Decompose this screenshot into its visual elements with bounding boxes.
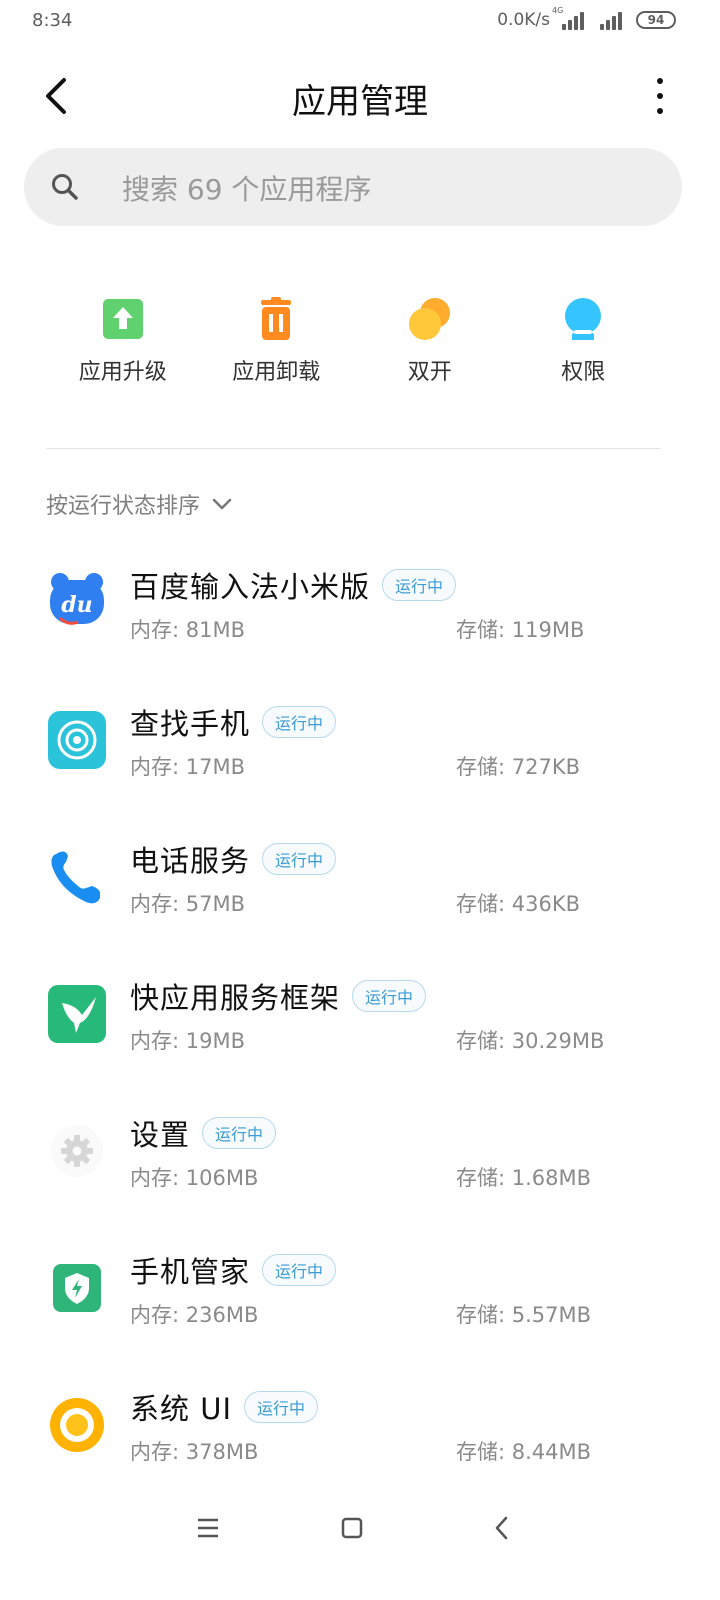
status-badge: 运行中 — [262, 706, 337, 738]
app-memory: 内存: 17MB — [130, 755, 245, 779]
quick-action-upgrade[interactable]: 应用升级 — [46, 296, 200, 396]
app-name: 手机管家 — [130, 1255, 251, 1289]
app-name-line: 电话服务 运行中 — [130, 838, 337, 880]
app-row[interactable]: 手机管家 运行中 内存: 236MB 存储: 5.57MB — [0, 1235, 720, 1355]
app-row[interactable]: 电话服务 运行中 内存: 57MB 存储: 436KB — [0, 824, 720, 944]
app-storage: 存储: 727KB — [456, 755, 581, 779]
app-memory: 内存: 81MB — [130, 618, 245, 642]
app-storage: 存储: 1.68MB — [456, 1166, 592, 1190]
navigation-bar — [0, 1500, 720, 1560]
signal-icon — [598, 10, 626, 30]
app-storage: 存储: 8.44MB — [456, 1440, 592, 1464]
app-row[interactable]: 快应用服务框架 运行中 内存: 19MB 存储: 30.29MB — [0, 961, 720, 1081]
app-name: 百度输入法小米版 — [130, 570, 371, 604]
app-name-line: 百度输入法小米版 运行中 — [130, 564, 457, 606]
quick-action-uninstall[interactable]: 应用卸载 — [200, 296, 354, 396]
app-row[interactable]: 设置 运行中 内存: 106MB 存储: 1.68MB — [0, 1098, 720, 1218]
quick-action-label: 应用升级 — [78, 360, 167, 385]
phone-service-icon — [51, 851, 100, 904]
app-storage: 存储: 436KB — [456, 892, 581, 916]
app-storage: 存储: 30.29MB — [456, 1029, 605, 1053]
svg-text:du: du — [61, 592, 92, 618]
page-title: 应用管理 — [292, 82, 428, 122]
quick-app-icon — [48, 985, 106, 1043]
app-name-line: 快应用服务框架 运行中 — [130, 975, 427, 1017]
settings-icon — [51, 1125, 103, 1177]
system-ui-icon — [50, 1398, 104, 1452]
network-type-label: 4G — [552, 6, 564, 15]
app-storage: 存储: 5.57MB — [456, 1303, 592, 1327]
app-memory: 内存: 57MB — [130, 892, 245, 916]
app-name: 设置 — [130, 1118, 191, 1152]
more-options-icon[interactable] — [652, 78, 668, 114]
app-memory: 内存: 236MB — [130, 1303, 259, 1327]
status-badge: 运行中 — [382, 569, 457, 601]
quick-action-permission[interactable]: 权限 — [507, 296, 661, 396]
app-name-line: 设置 运行中 — [130, 1112, 277, 1154]
app-name: 系统 UI — [130, 1392, 232, 1426]
trash-icon — [261, 297, 292, 340]
upgrade-icon — [102, 299, 143, 339]
network-speed: 0.0K/s — [497, 10, 550, 30]
app-management-screen: 8:34 0.0K/s 4G 94 应用管理 搜索 69 个应用程序 应用升级 … — [0, 0, 720, 1600]
search-bar[interactable]: 搜索 69 个应用程序 — [24, 148, 682, 226]
permission-icon — [565, 298, 602, 340]
app-name-line: 系统 UI 运行中 — [130, 1386, 319, 1428]
app-name: 电话服务 — [130, 844, 251, 878]
battery-level: 94 — [647, 13, 665, 27]
baidu-input-icon: du — [50, 573, 104, 625]
find-phone-icon — [48, 711, 106, 769]
back-icon[interactable] — [482, 1508, 522, 1548]
quick-action-label: 双开 — [407, 360, 452, 385]
header: 应用管理 — [0, 56, 720, 136]
app-name: 查找手机 — [130, 707, 251, 741]
home-icon[interactable] — [332, 1508, 372, 1548]
quick-action-label: 权限 — [561, 360, 606, 385]
quick-actions: 应用升级 应用卸载 双开 权限 — [46, 296, 660, 396]
app-memory: 内存: 106MB — [130, 1166, 259, 1190]
status-badge: 运行中 — [352, 980, 427, 1012]
battery-icon: 94 — [636, 11, 676, 29]
menu-icon[interactable] — [188, 1508, 228, 1548]
app-name-line: 查找手机 运行中 — [130, 701, 337, 743]
signal-4g-icon: 4G — [552, 6, 588, 30]
sort-label: 按运行状态排序 — [46, 494, 201, 519]
status-badge: 运行中 — [202, 1117, 277, 1149]
app-name-line: 手机管家 运行中 — [130, 1249, 337, 1291]
app-memory: 内存: 378MB — [130, 1440, 259, 1464]
security-icon — [53, 1264, 101, 1312]
quick-action-dual-app[interactable]: 双开 — [353, 296, 507, 396]
divider — [46, 448, 660, 449]
app-storage: 存储: 119MB — [456, 618, 585, 642]
status-badge: 运行中 — [244, 1391, 319, 1423]
status-bar: 8:34 0.0K/s 4G 94 — [0, 0, 720, 44]
status-indicators: 0.0K/s 4G 94 — [497, 6, 676, 30]
app-memory: 内存: 19MB — [130, 1029, 245, 1053]
status-time: 8:34 — [32, 10, 73, 31]
search-input[interactable]: 搜索 69 个应用程序 — [122, 168, 371, 208]
app-row[interactable]: 查找手机 运行中 内存: 17MB 存储: 727KB — [0, 687, 720, 807]
search-icon — [52, 174, 78, 200]
status-badge: 运行中 — [262, 1254, 337, 1286]
quick-action-label: 应用卸载 — [232, 360, 321, 385]
app-row[interactable]: 系统 UI 运行中 内存: 378MB 存储: 8.44MB — [0, 1372, 720, 1492]
app-row[interactable]: du 百度输入法小米版 运行中 内存: 81MB 存储: 119MB — [0, 550, 720, 670]
chevron-down-icon — [212, 498, 232, 510]
status-badge: 运行中 — [262, 843, 337, 875]
sort-dropdown[interactable]: 按运行状态排序 — [46, 488, 232, 520]
dual-app-icon — [408, 298, 450, 340]
app-name: 快应用服务框架 — [130, 981, 341, 1015]
